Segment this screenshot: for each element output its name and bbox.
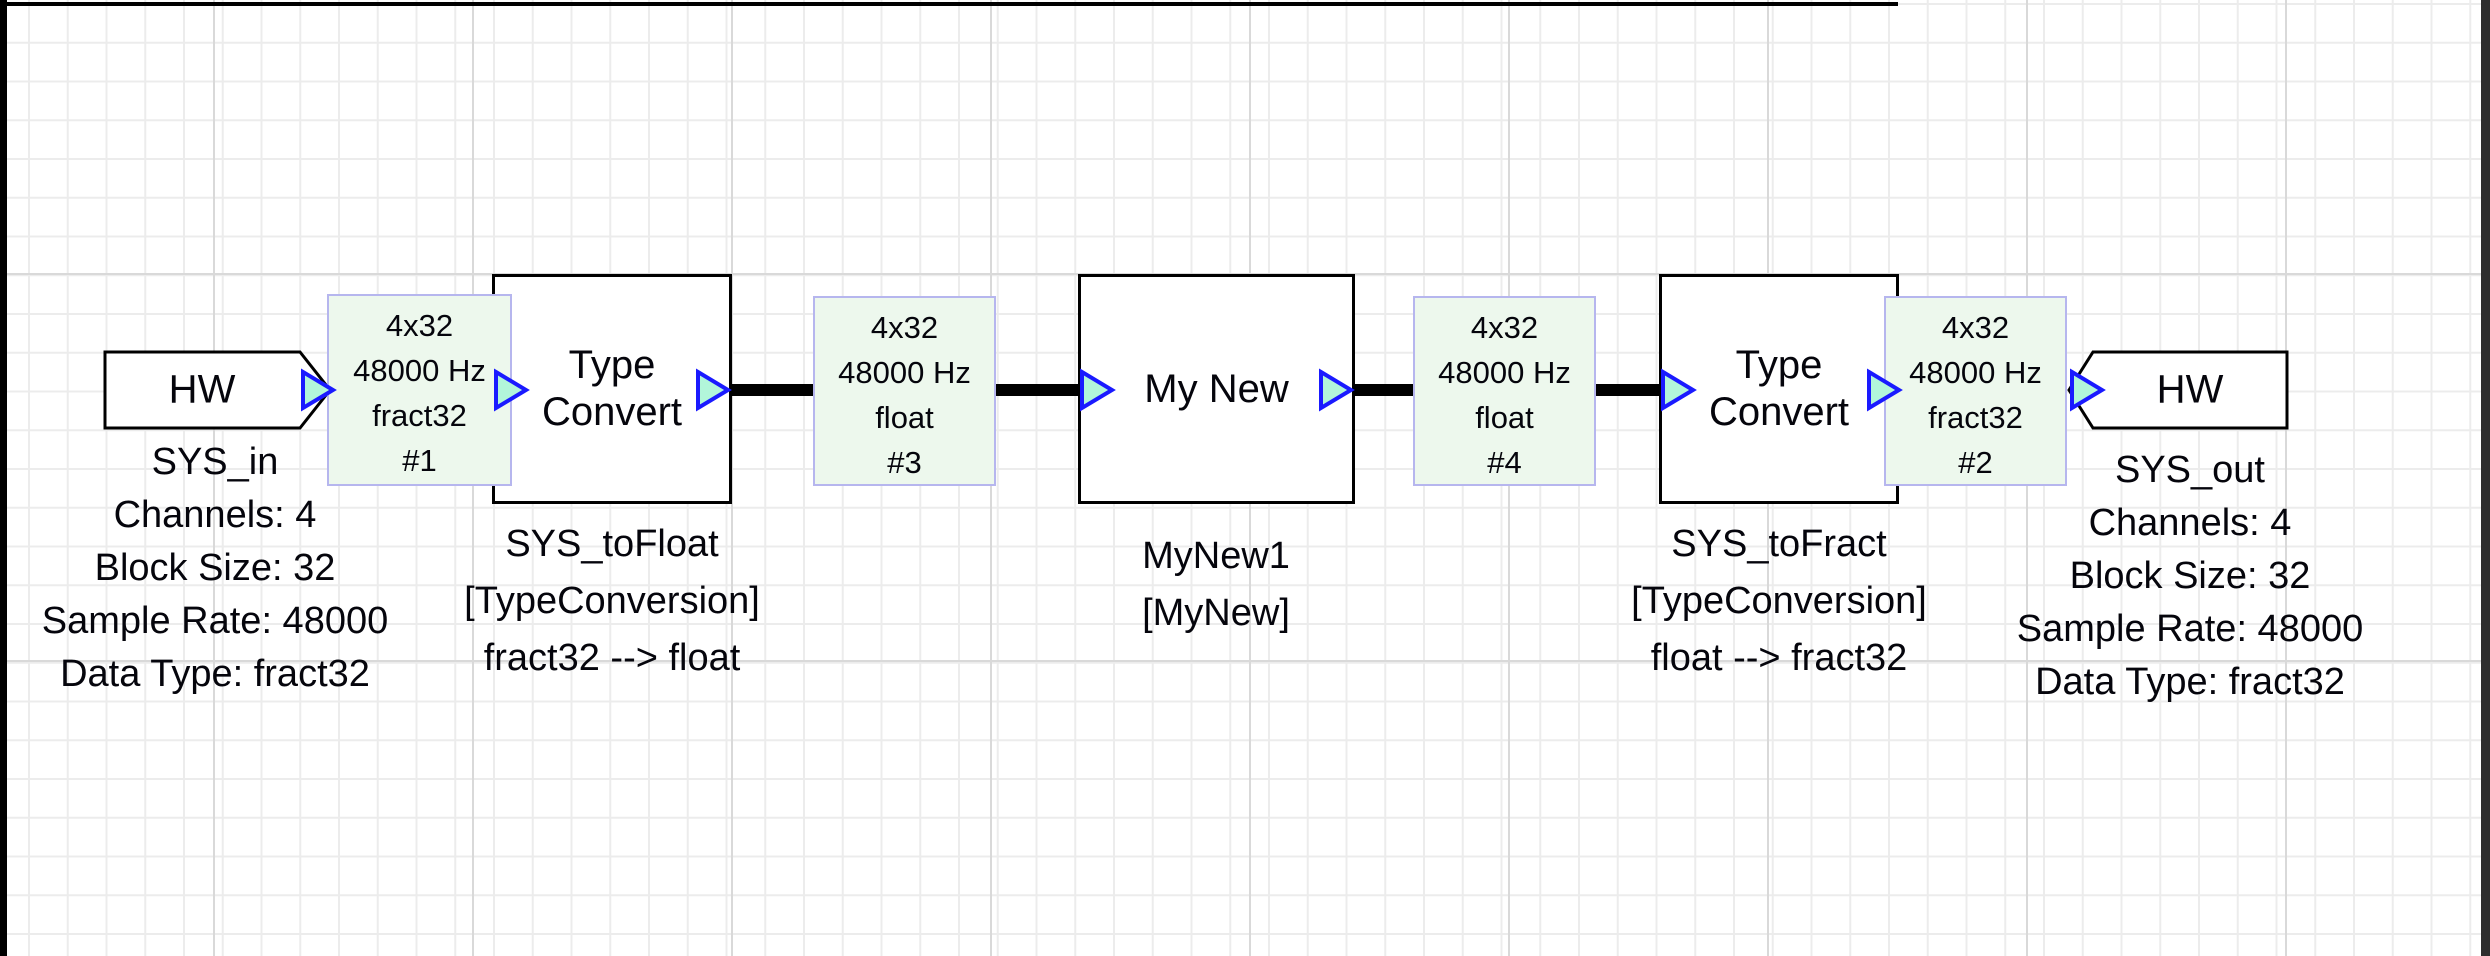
type-convert-1-output-pin[interactable] [698,372,728,408]
conversion-info: fract32 --> float [464,630,760,687]
block-size-info: Block Size: 32 [2017,550,2363,603]
block-size-info: Block Size: 32 [42,542,388,595]
canvas-left-border [0,0,7,956]
channels-info: Channels: 4 [42,489,388,542]
instance-name: SYS_toFract [1631,516,1927,573]
type-convert-2-output-pin[interactable] [1869,372,1899,408]
type-convert-2-caption: SYS_toFract [TypeConversion] float --> f… [1631,516,1927,687]
type-convert-1-input-pin[interactable] [496,372,526,408]
sample-rate-info: Sample Rate: 48000 [2017,603,2363,656]
data-type-info: Data Type: fract32 [2017,656,2363,709]
instance-name: SYS_toFloat [464,516,760,573]
hw-input-caption: SYS_in Channels: 4 Block Size: 32 Sample… [42,436,388,701]
my-new-output-pin[interactable] [1321,372,1351,408]
hw-input-output-pin[interactable] [303,372,333,408]
module-class: [TypeConversion] [1631,573,1927,630]
instance-name: SYS_out [2017,444,2363,497]
instance-name: SYS_in [42,436,388,489]
my-new-input-pin[interactable] [1082,372,1112,408]
sample-rate-info: Sample Rate: 48000 [42,595,388,648]
instance-name: MyNew1 [1142,528,1290,585]
schematic-canvas[interactable]: Type Convert My New Type Convert 4x32 48… [0,0,2490,956]
type-convert-2-input-pin[interactable] [1663,372,1693,408]
hw-output-input-pin[interactable] [2072,372,2102,408]
data-type-info: Data Type: fract32 [42,648,388,701]
module-class: [TypeConversion] [464,573,760,630]
type-convert-1-caption: SYS_toFloat [TypeConversion] fract32 -->… [464,516,760,687]
hw-output-caption: SYS_out Channels: 4 Block Size: 32 Sampl… [2017,444,2363,709]
module-class: [MyNew] [1142,585,1290,642]
canvas-right-border [2481,0,2490,956]
channels-info: Channels: 4 [2017,497,2363,550]
conversion-info: float --> fract32 [1631,630,1927,687]
canvas-top-border [0,2,1898,6]
my-new-caption: MyNew1 [MyNew] [1142,528,1290,642]
